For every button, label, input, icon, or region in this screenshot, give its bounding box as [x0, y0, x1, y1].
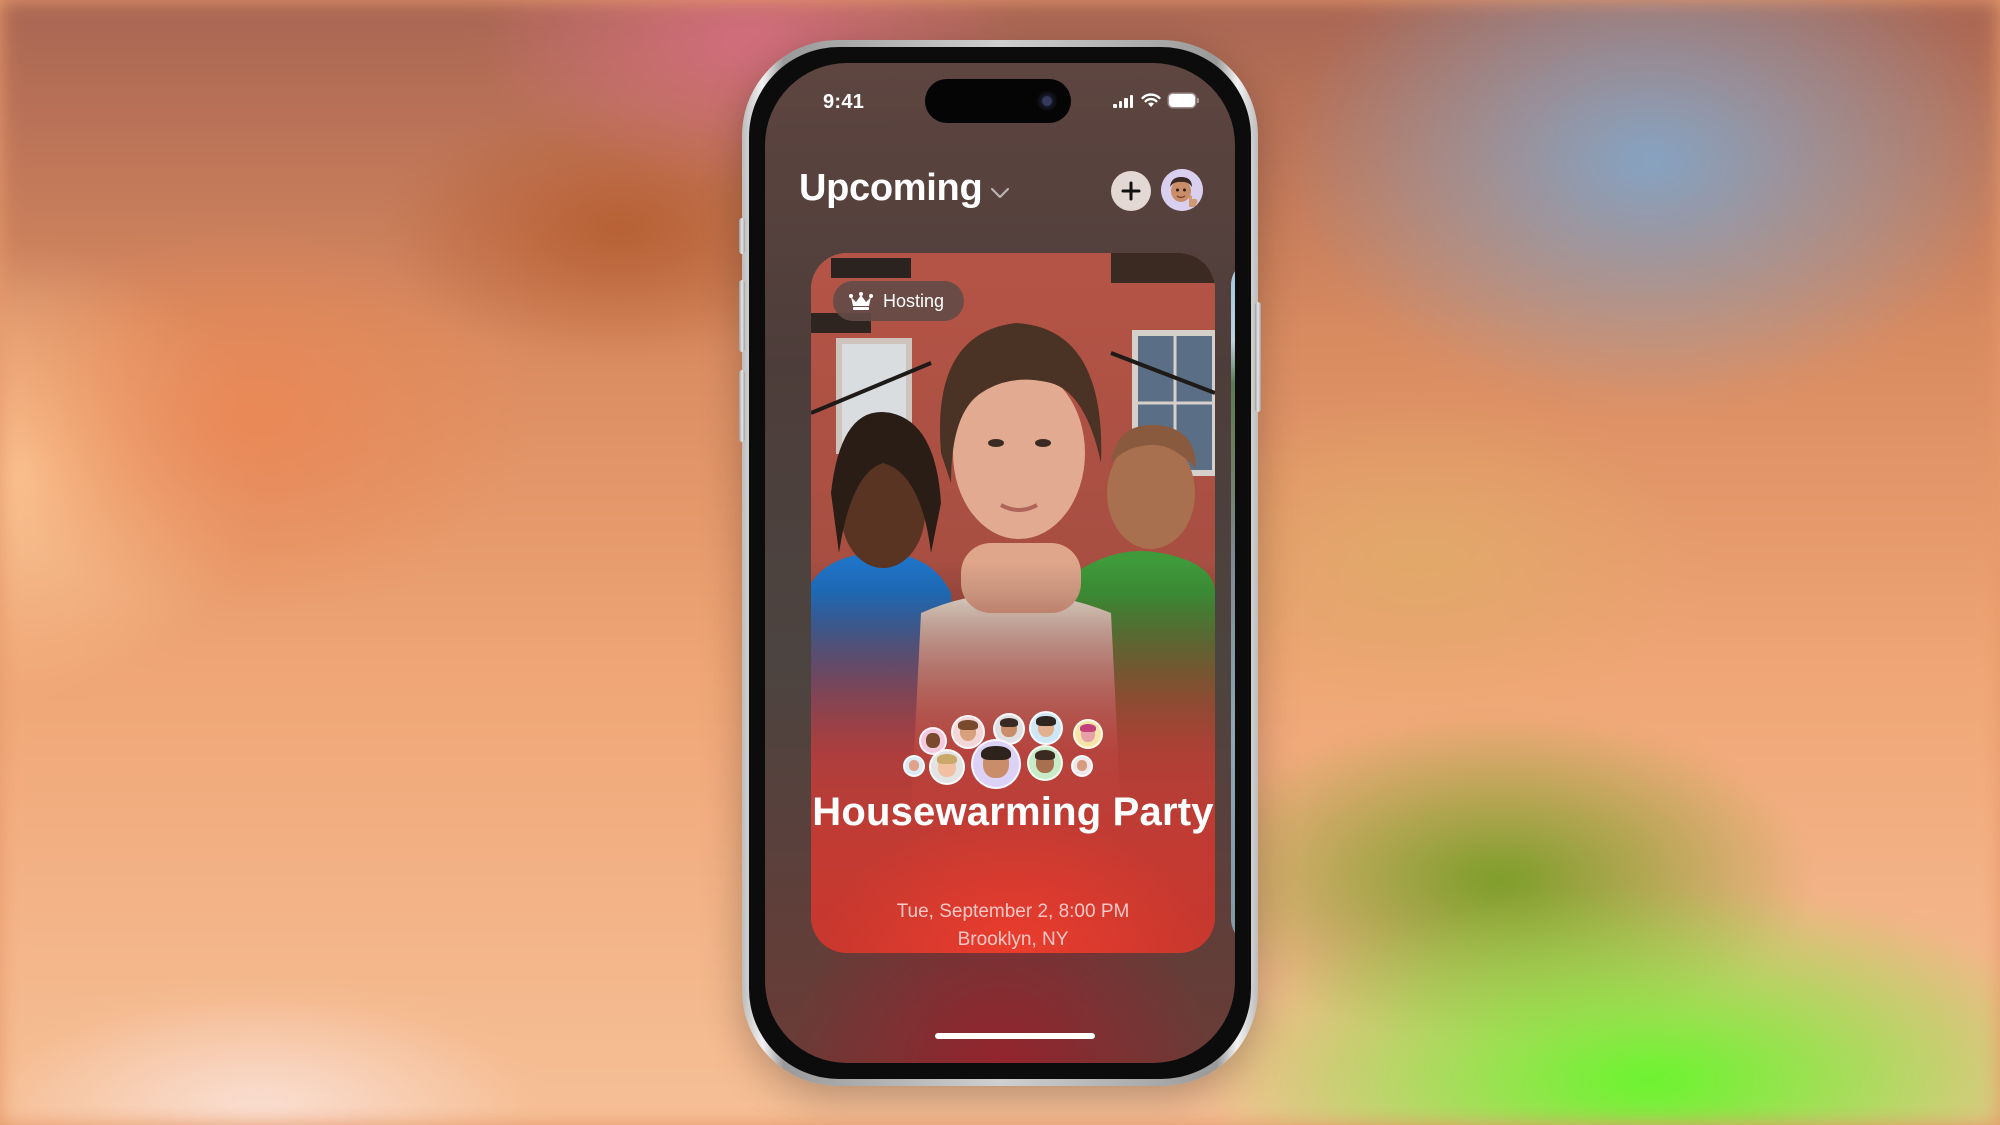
attendee-avatar	[1073, 719, 1103, 749]
volume-down-button	[739, 370, 745, 442]
action-button	[739, 218, 745, 254]
status-time: 9:41	[823, 91, 865, 113]
home-indicator[interactable]	[935, 1033, 1095, 1039]
profile-avatar[interactable]	[1161, 169, 1203, 211]
crown-icon	[849, 292, 873, 310]
attendee-avatars[interactable]	[811, 693, 1215, 793]
wifi-icon	[1141, 93, 1161, 107]
hosting-label: Hosting	[883, 290, 945, 311]
attendee-avatar	[929, 749, 965, 785]
event-title: Housewarming Party	[812, 790, 1214, 834]
status-icons	[1113, 93, 1199, 108]
event-location: Brooklyn, NY	[957, 929, 1069, 950]
attendee-avatar	[903, 755, 925, 777]
volume-up-button	[739, 280, 745, 352]
bezel: 9:41 Upcoming Hosting Housewarming Party…	[749, 47, 1251, 1079]
plus-icon	[1121, 181, 1141, 201]
event-date: Tue, September 2, 8:00 PM	[896, 901, 1130, 922]
cellular-signal-icon	[1113, 94, 1133, 108]
event-card[interactable]: Hosting Housewarming Party Tue, Septembe…	[811, 253, 1215, 953]
chevron-down-icon	[991, 187, 1010, 198]
attendee-avatar	[1027, 745, 1063, 781]
memoji-avatar-icon	[1161, 169, 1203, 211]
screen: 9:41 Upcoming Hosting Housewarming Party…	[765, 63, 1235, 1063]
dynamic-island	[925, 79, 1071, 123]
attendee-avatar	[1071, 755, 1093, 777]
header: Upcoming	[799, 167, 1209, 227]
iphone-frame: 9:41 Upcoming Hosting Housewarming Party…	[739, 40, 1261, 1086]
page-title: Upcoming	[799, 167, 983, 209]
camera-icon	[1037, 91, 1057, 111]
status-bar: 9:41	[765, 63, 1235, 133]
add-event-button[interactable]	[1111, 171, 1151, 211]
battery-icon	[1169, 94, 1199, 107]
attendee-avatar	[971, 739, 1021, 789]
side-button	[1255, 302, 1261, 412]
view-selector[interactable]: Upcoming	[799, 167, 1010, 210]
hosting-badge: Hosting	[833, 281, 965, 321]
attendee-avatar	[1029, 711, 1063, 745]
next-event-card-peek[interactable]	[1231, 259, 1235, 945]
